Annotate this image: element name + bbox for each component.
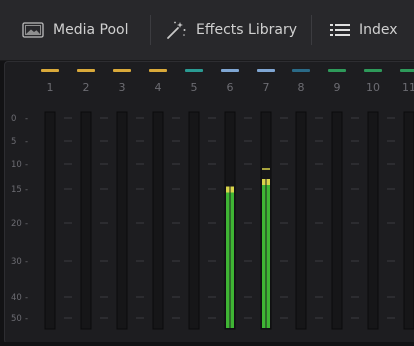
meter-scale-label: 50 xyxy=(11,314,22,324)
meter-scale-dash: - xyxy=(25,314,28,324)
channel-label: 8 xyxy=(298,81,305,94)
tab-media-pool-label: Media Pool xyxy=(53,22,129,38)
channel-color-bar xyxy=(328,69,346,72)
magic-wand-icon xyxy=(165,20,187,40)
meter-scale-dash: - xyxy=(25,219,28,229)
tab-media-pool[interactable]: Media Pool xyxy=(0,0,150,60)
meter-scale-dash: - xyxy=(25,293,28,303)
channel-label: 6 xyxy=(227,81,234,94)
meter-track xyxy=(367,111,379,330)
meter-track xyxy=(295,111,307,330)
meter-track xyxy=(116,111,128,330)
audio-panel-window: Media Pool Effects Library Index 0 - 5 -… xyxy=(0,0,414,346)
tab-index[interactable]: Index xyxy=(312,0,414,60)
meter-scale-label: 15 xyxy=(11,185,22,195)
meter-track xyxy=(80,111,92,330)
tab-effects-library-label: Effects Library xyxy=(196,22,297,38)
meter-scale-label: 0 xyxy=(11,114,16,124)
tab-effects-library[interactable]: Effects Library xyxy=(151,0,311,60)
channel-color-bar xyxy=(149,69,167,72)
meter-track xyxy=(403,111,414,330)
meter-track xyxy=(188,111,200,330)
meter-scale-label: 5 xyxy=(11,137,16,147)
meter-track xyxy=(44,111,56,330)
channel-label: 4 xyxy=(155,81,162,94)
channel-label: 7 xyxy=(263,81,270,94)
channel-label: 9 xyxy=(334,81,341,94)
channel-label: 2 xyxy=(83,81,90,94)
meter-track xyxy=(331,111,343,330)
audio-meter-panel: 0-5-10-15-20-30-40-50-1234567891011 xyxy=(4,61,414,344)
list-icon xyxy=(330,23,350,37)
channel-color-bar xyxy=(257,69,275,72)
channel-color-bar xyxy=(185,69,203,72)
panel-bottom-edge xyxy=(0,342,414,346)
meter-scale-label: 10 xyxy=(11,160,22,170)
meter-scale-dash: - xyxy=(25,114,28,124)
channel-color-bar xyxy=(41,69,59,72)
meter-track xyxy=(152,111,164,330)
channel-label: 10 xyxy=(366,81,380,94)
meter-scale-dash: - xyxy=(25,137,28,147)
meter-scale-label: 40 xyxy=(11,293,22,303)
channel-color-bar xyxy=(221,69,239,72)
meter-scale-dash: - xyxy=(25,185,28,195)
channel-label: 1 xyxy=(47,81,54,94)
channel-color-bar xyxy=(400,69,414,72)
tab-index-label: Index xyxy=(359,22,398,38)
channel-label: 3 xyxy=(119,81,126,94)
meter-scale-dash: - xyxy=(25,257,28,267)
channel-label: 5 xyxy=(191,81,198,94)
media-pool-icon xyxy=(22,22,44,38)
channel-color-bar xyxy=(113,69,131,72)
meter-scale-label: 30 xyxy=(11,257,22,267)
panel-tab-bar: Media Pool Effects Library Index xyxy=(0,0,414,61)
meter-scale-dash: - xyxy=(25,160,28,170)
channel-color-bar xyxy=(77,69,95,72)
meter-scale-label: 20 xyxy=(11,219,22,229)
channel-label: 11 xyxy=(402,81,414,94)
channel-color-bar xyxy=(292,69,310,72)
audio-meters: 0-5-10-15-20-30-40-50-1234567891011 xyxy=(11,69,414,330)
channel-color-bar xyxy=(364,69,382,72)
